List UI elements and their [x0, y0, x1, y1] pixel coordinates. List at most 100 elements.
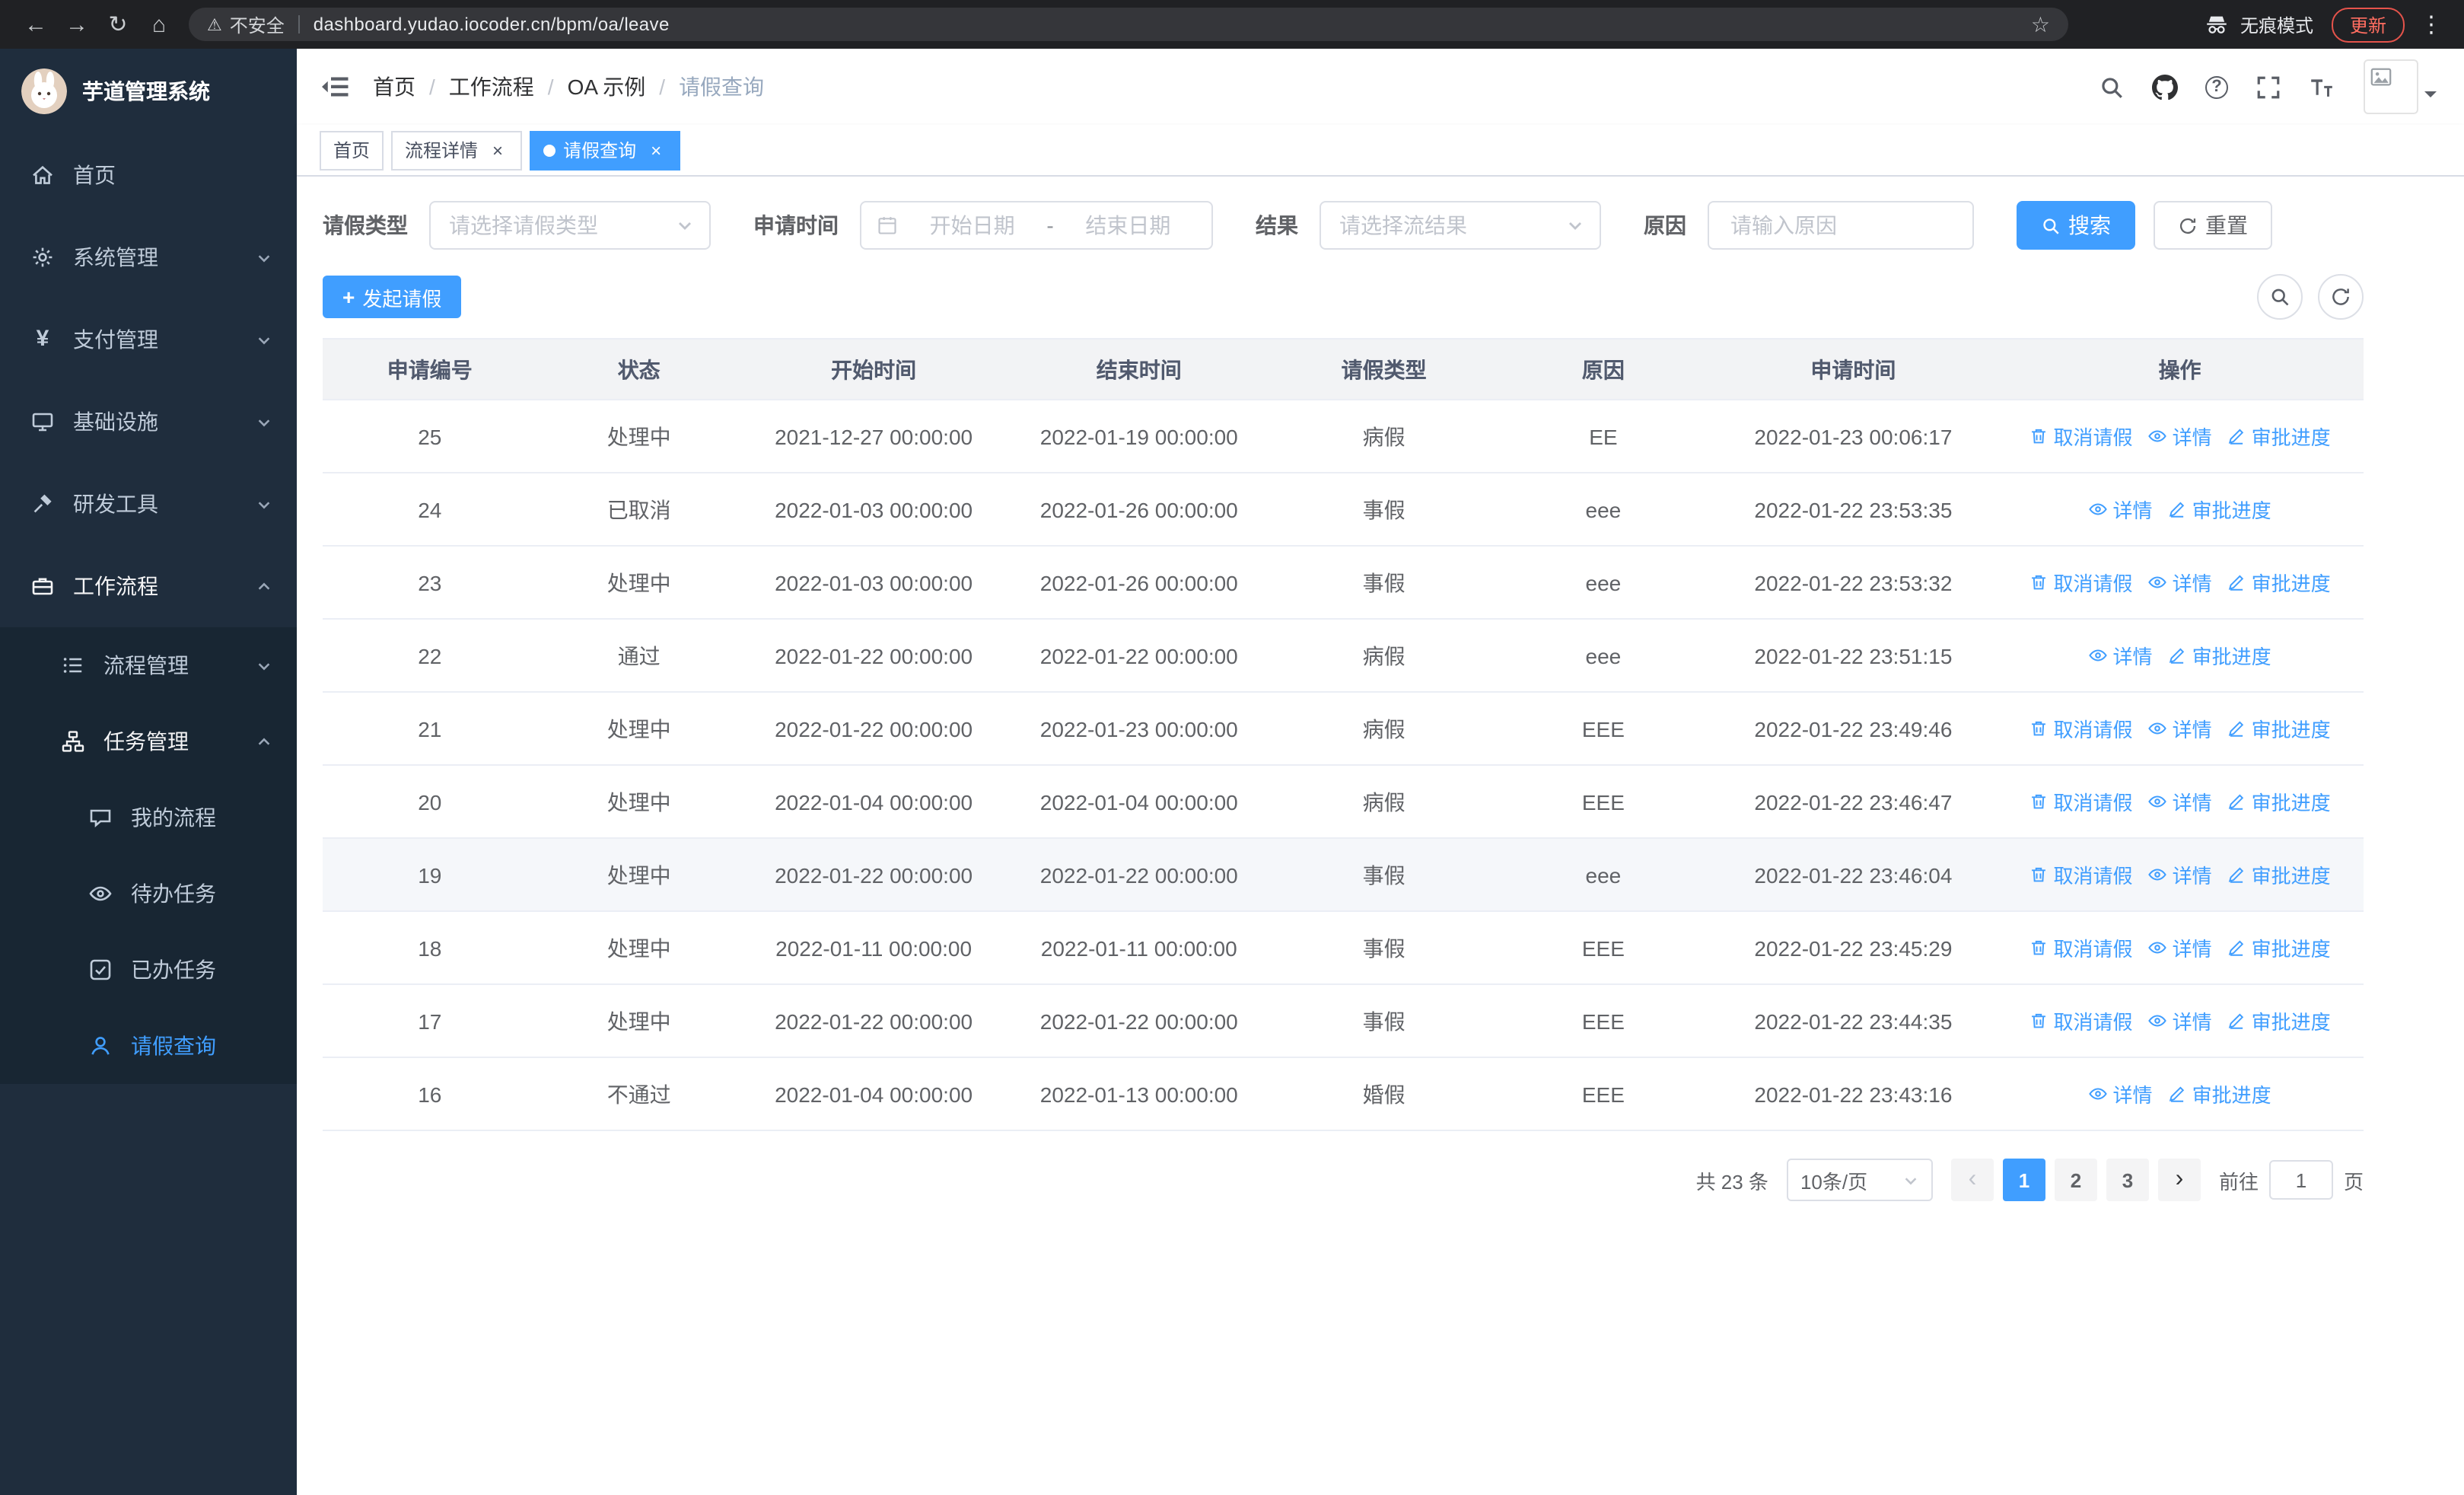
- page-size-select[interactable]: 10条/页: [1786, 1159, 1933, 1201]
- sidebar-item[interactable]: 待办任务: [0, 856, 297, 932]
- approval-progress-link[interactable]: 审批进度: [2168, 641, 2271, 670]
- browser-reload-icon[interactable]: ↻: [97, 4, 138, 45]
- next-page-button[interactable]: ›: [2157, 1159, 2201, 1201]
- leave-type-select[interactable]: 请选择请假类型: [429, 201, 711, 250]
- cancel-leave-link[interactable]: 取消请假: [2029, 933, 2133, 962]
- cancel-leave-link[interactable]: 取消请假: [2029, 860, 2133, 889]
- approval-progress-link[interactable]: 审批进度: [2227, 714, 2331, 743]
- table-cell: 17: [323, 984, 537, 1058]
- table-header-cell: 开始时间: [740, 338, 1007, 400]
- sidebar-toggle-icon[interactable]: [320, 72, 350, 102]
- table-cell: 2022-01-22 00:00:00: [740, 619, 1007, 693]
- cancel-leave-link[interactable]: 取消请假: [2029, 422, 2133, 451]
- detail-link[interactable]: 详情: [2089, 1079, 2153, 1108]
- close-tab-icon[interactable]: ×: [645, 139, 667, 161]
- result-select[interactable]: 请选择流结果: [1320, 201, 1601, 250]
- browser-home-icon[interactable]: ⌂: [138, 4, 180, 45]
- approval-progress-link[interactable]: 审批进度: [2227, 787, 2331, 816]
- reset-button[interactable]: 重置: [2154, 201, 2272, 250]
- page-number-button[interactable]: 1: [2002, 1159, 2045, 1201]
- avatar[interactable]: [2364, 59, 2418, 114]
- sidebar-item[interactable]: 任务管理: [0, 703, 297, 779]
- sidebar: 芋道管理系统 首页 系统管理 ¥ 支付管理 基础设施 研发工具 工作流程 流程管理 任务管理 我的…: [0, 49, 297, 1495]
- sidebar-item[interactable]: 系统管理: [0, 216, 297, 298]
- table-cell: 20: [323, 765, 537, 839]
- approval-progress-link[interactable]: 审批进度: [2168, 1079, 2271, 1108]
- avatar-caret-icon[interactable]: [2424, 91, 2437, 104]
- approval-progress-link[interactable]: 审批进度: [2227, 1006, 2331, 1035]
- page-number-button[interactable]: 3: [2106, 1159, 2149, 1201]
- cancel-leave-link[interactable]: 取消请假: [2029, 714, 2133, 743]
- toggle-search-button[interactable]: [2257, 274, 2303, 320]
- security-label: 不安全: [229, 14, 285, 36]
- apply-time-range-picker[interactable]: 开始日期 - 结束日期: [860, 201, 1213, 250]
- chevron-up-icon: [256, 578, 272, 594]
- reason-input[interactable]: [1712, 202, 1969, 248]
- detail-link[interactable]: 详情: [2089, 495, 2153, 524]
- divider: [298, 15, 300, 33]
- table-row: 17 处理中 2022-01-22 00:00:00 2022-01-22 00:00…: [323, 984, 2364, 1058]
- detail-link[interactable]: 详情: [2148, 933, 2212, 962]
- address-bar[interactable]: ⚠ 不安全 dashboard.yudao.iocoder.cn/bpm/oa/…: [189, 8, 2068, 41]
- table-header-row: 申请编号 状态 开始时间 结束时间 请假类型 原因 申请时间 操作: [323, 338, 2364, 400]
- sidebar-item[interactable]: 我的流程: [0, 779, 297, 856]
- sidebar-item[interactable]: 流程管理: [0, 627, 297, 703]
- page-number-button[interactable]: 2: [2054, 1159, 2097, 1201]
- cancel-leave-link[interactable]: 取消请假: [2029, 568, 2133, 597]
- cancel-leave-link[interactable]: 取消请假: [2029, 1006, 2133, 1035]
- active-dot: [543, 144, 556, 156]
- prev-page-button[interactable]: ‹: [1950, 1159, 1994, 1201]
- table-row: 16 不通过 2022-01-04 00:00:00 2022-01-13 00:00…: [323, 1057, 2364, 1131]
- detail-link[interactable]: 详情: [2148, 1006, 2212, 1035]
- approval-progress-link[interactable]: 审批进度: [2227, 568, 2331, 597]
- sidebar-item[interactable]: 已办任务: [0, 932, 297, 1008]
- browser-forward-icon[interactable]: →: [56, 4, 97, 45]
- table-cell: 不通过: [536, 1057, 741, 1131]
- bookmark-star-icon[interactable]: ☆: [2031, 11, 2050, 37]
- goto-page-input[interactable]: [2268, 1160, 2333, 1200]
- home-icon: [30, 163, 55, 187]
- approval-progress-link[interactable]: 审批进度: [2168, 495, 2271, 524]
- sidebar-item[interactable]: 基础设施: [0, 381, 297, 463]
- browser-back-icon[interactable]: ←: [15, 4, 56, 45]
- tab-2[interactable]: 请假查询 ×: [530, 130, 681, 170]
- sidebar-item[interactable]: 研发工具: [0, 463, 297, 545]
- table-cell: 处理中: [536, 546, 741, 620]
- approval-progress-link[interactable]: 审批进度: [2227, 422, 2331, 451]
- tab-1[interactable]: 流程详情 ×: [391, 130, 523, 170]
- approval-progress-link[interactable]: 审批进度: [2227, 860, 2331, 889]
- refresh-table-button[interactable]: [2318, 274, 2364, 320]
- detail-link[interactable]: 详情: [2148, 422, 2212, 451]
- tab-0[interactable]: 首页: [320, 130, 384, 170]
- header-search-icon[interactable]: [2085, 49, 2138, 125]
- sidebar-item[interactable]: 工作流程: [0, 545, 297, 627]
- breadcrumb-item[interactable]: 首页: [373, 72, 415, 102]
- breadcrumb-separator: /: [429, 75, 435, 99]
- detail-link[interactable]: 详情: [2148, 787, 2212, 816]
- browser-menu-icon[interactable]: ⋮: [2414, 11, 2449, 38]
- detail-link[interactable]: 详情: [2089, 641, 2153, 670]
- create-leave-button[interactable]: + 发起请假: [323, 276, 462, 318]
- help-icon[interactable]: ?: [2192, 49, 2242, 125]
- detail-link[interactable]: 详情: [2148, 568, 2212, 597]
- actions-cell: 取消请假 详情 审批进度: [1996, 765, 2364, 839]
- detail-link[interactable]: 详情: [2148, 714, 2212, 743]
- sidebar-item[interactable]: 请假查询: [0, 1008, 297, 1084]
- approval-progress-link[interactable]: 审批进度: [2227, 933, 2331, 962]
- cancel-leave-link[interactable]: 取消请假: [2029, 787, 2133, 816]
- font-size-icon[interactable]: [2295, 49, 2348, 125]
- detail-link[interactable]: 详情: [2148, 860, 2212, 889]
- update-button[interactable]: 更新: [2331, 7, 2405, 42]
- table-cell: 2022-01-22 00:00:00: [740, 692, 1007, 766]
- sidebar-item[interactable]: ¥ 支付管理: [0, 298, 297, 381]
- logo: 芋道管理系统: [0, 49, 297, 134]
- table-cell: 19: [323, 838, 537, 912]
- github-icon[interactable]: [2138, 49, 2192, 125]
- search-button[interactable]: 搜索: [2017, 201, 2135, 250]
- fullscreen-icon[interactable]: [2242, 49, 2295, 125]
- table-cell: 2022-01-22 00:00:00: [1006, 619, 1272, 693]
- sidebar-item[interactable]: 首页: [0, 134, 297, 216]
- close-tab-icon[interactable]: ×: [487, 139, 508, 161]
- page-unit-label: 页: [2343, 1170, 2364, 1193]
- table-cell: 2022-01-22 23:43:16: [1710, 1057, 1997, 1131]
